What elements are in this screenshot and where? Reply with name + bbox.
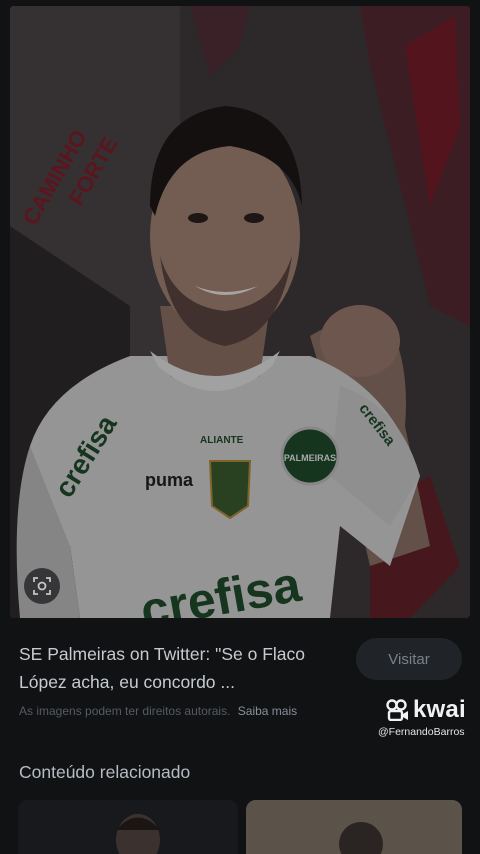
related-content-heading: Conteúdo relacionado (19, 762, 191, 782)
kwai-brand-text: kwai (413, 696, 466, 723)
related-thumbnail[interactable] (246, 800, 462, 854)
copyright-text: As imagens podem ter direitos autorais. (19, 704, 231, 718)
result-image[interactable]: CAMINHO FORTE PALMEIRAS ALIANTE puma cre… (10, 6, 470, 618)
learn-more-link[interactable]: Saiba mais (238, 704, 297, 718)
lens-search-button[interactable] (24, 568, 60, 604)
player-photo: CAMINHO FORTE PALMEIRAS ALIANTE puma cre… (10, 6, 470, 618)
related-thumbnail[interactable] (18, 800, 238, 854)
kwai-logo-icon (386, 699, 408, 721)
copyright-notice: As imagens podem ter direitos autorais. … (19, 704, 297, 718)
result-title-link[interactable]: SE Palmeiras on Twitter: "Se o Flaco Lóp… (19, 640, 349, 696)
related-thumbnail-image (18, 800, 238, 854)
lens-icon (33, 577, 51, 595)
related-thumbnail-image (246, 800, 462, 854)
watermark-username: @FernandoBarros (378, 726, 465, 738)
kwai-watermark: kwai (386, 696, 466, 724)
visit-button[interactable]: Visitar (356, 638, 462, 680)
